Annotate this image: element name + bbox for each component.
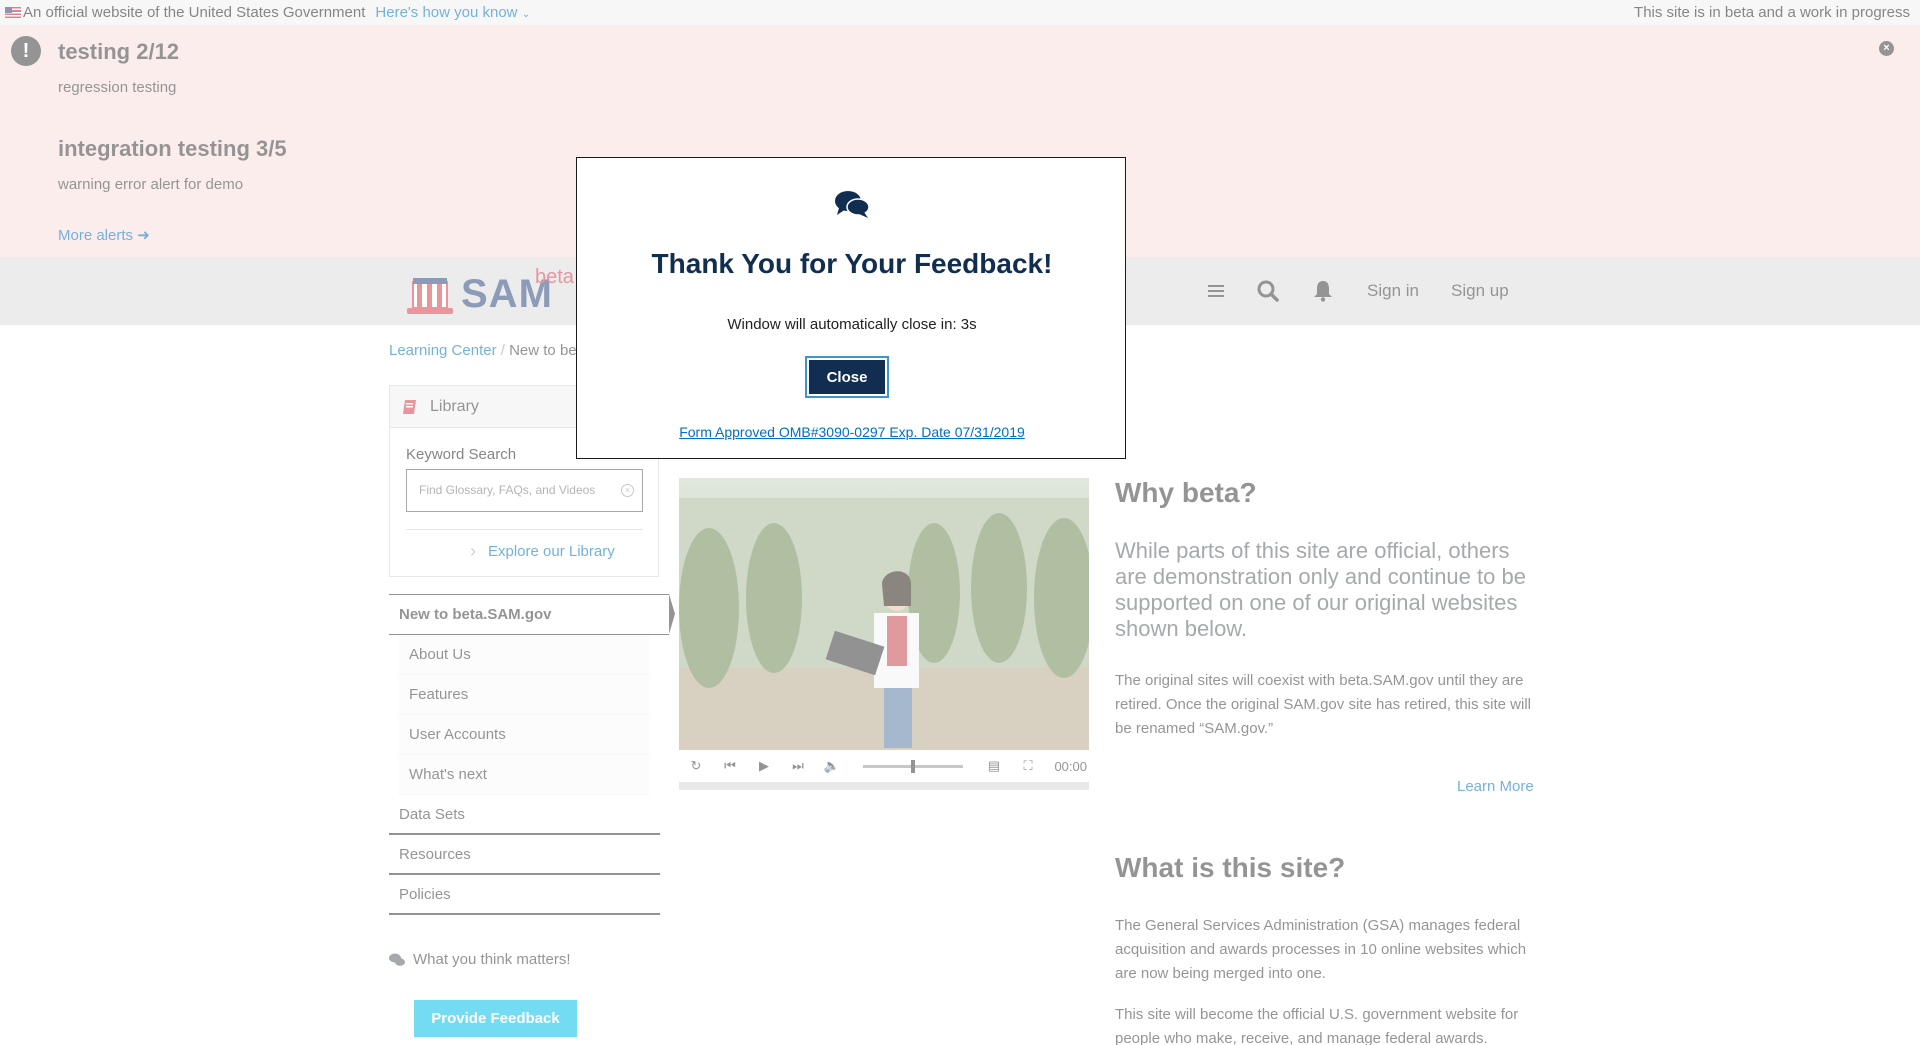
- feedback-thanks-modal: Thank You for Your Feedback! Window will…: [576, 157, 1126, 459]
- comments-icon: [835, 191, 869, 218]
- modal-title: Thank You for Your Feedback!: [651, 248, 1053, 279]
- close-button[interactable]: Close: [805, 356, 889, 398]
- omb-form-link[interactable]: Form Approved OMB#3090-0297 Exp. Date 07…: [577, 424, 1127, 440]
- auto-close-countdown: Window will automatically close in: 3s: [727, 316, 977, 333]
